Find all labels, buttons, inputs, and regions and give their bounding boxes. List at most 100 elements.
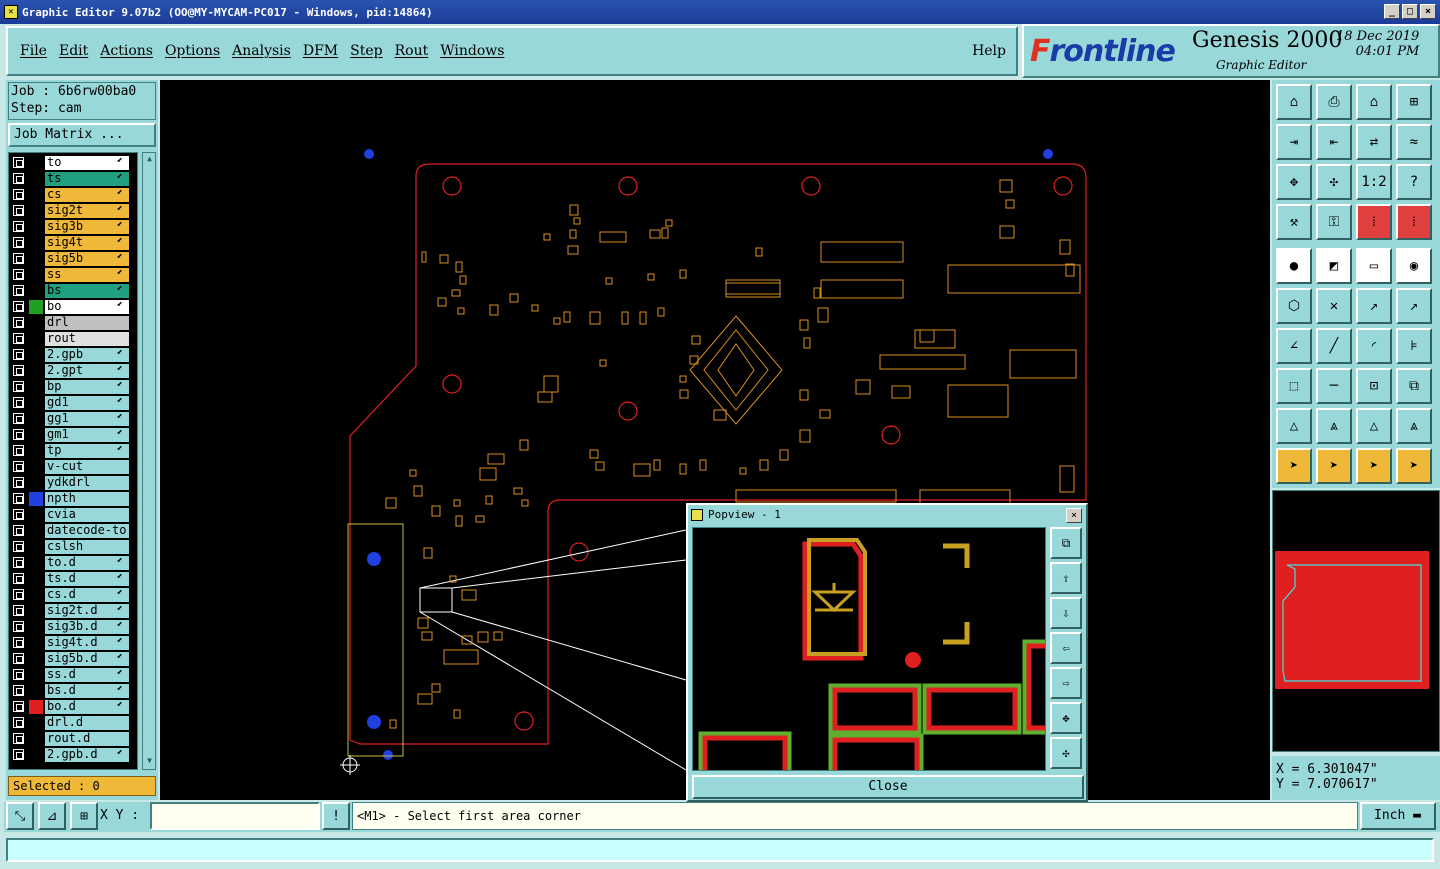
- layer-row[interactable]: v-cut: [9, 459, 137, 474]
- layer-checkbox[interactable]: [13, 605, 24, 616]
- menu-step[interactable]: Step: [350, 43, 382, 59]
- menu-edit[interactable]: Edit: [59, 43, 88, 59]
- layer-row[interactable]: cs ⬋: [9, 187, 137, 202]
- tool-button-layers-a[interactable]: ⁞: [1356, 204, 1392, 240]
- layer-row[interactable]: ts.d ⬋: [9, 571, 137, 586]
- tool-button-center[interactable]: ✣: [1316, 164, 1352, 200]
- layer-name[interactable]: cvia: [45, 508, 129, 522]
- popview-zoom-out-button[interactable]: ✥: [1050, 702, 1082, 734]
- tool-button-grid[interactable]: ⊞: [1396, 84, 1432, 120]
- tool-button-pointer3[interactable]: ➤: [1356, 448, 1392, 484]
- layer-row[interactable]: 2.gpb.d ⬋: [9, 747, 137, 762]
- minimize-button[interactable]: _: [1384, 4, 1400, 19]
- popview-pan-right-button[interactable]: ⇨: [1050, 667, 1082, 699]
- tool-button-dot[interactable]: ◉: [1396, 248, 1432, 284]
- layer-color-swatch[interactable]: [29, 252, 43, 266]
- layer-color-swatch[interactable]: [29, 284, 43, 298]
- menu-options[interactable]: Options: [165, 43, 220, 59]
- layer-color-swatch[interactable]: [29, 604, 43, 618]
- menu-help[interactable]: Help: [972, 43, 1006, 59]
- layer-row[interactable]: 2.gpb ⬋: [9, 347, 137, 362]
- layer-name[interactable]: datecode-to: [45, 524, 129, 538]
- layer-color-swatch[interactable]: [29, 492, 43, 506]
- layer-checkbox[interactable]: [13, 237, 24, 248]
- layer-row[interactable]: bs ⬋: [9, 283, 137, 298]
- layer-row[interactable]: bs.d ⬋: [9, 683, 137, 698]
- layer-name[interactable]: v-cut: [45, 460, 129, 474]
- layer-checkbox[interactable]: [13, 157, 24, 168]
- layer-row[interactable]: npth: [9, 491, 137, 506]
- menu-analysis[interactable]: Analysis: [232, 43, 291, 59]
- layer-row[interactable]: ydkdrl: [9, 475, 137, 490]
- layer-row[interactable]: datecode-to: [9, 523, 137, 538]
- layer-color-swatch[interactable]: [29, 380, 43, 394]
- layer-row[interactable]: cs.d ⬋: [9, 587, 137, 602]
- layer-row[interactable]: ts ⬋: [9, 171, 137, 186]
- tool-button-angle[interactable]: ∠: [1276, 328, 1312, 364]
- menu-file[interactable]: File: [20, 43, 47, 59]
- layer-row[interactable]: ss.d ⬋: [9, 667, 137, 682]
- tool-button-home[interactable]: ⌂: [1276, 84, 1312, 120]
- layer-row[interactable]: drl.d: [9, 715, 137, 730]
- layer-color-swatch[interactable]: [29, 540, 43, 554]
- layer-row[interactable]: rout.d: [9, 731, 137, 746]
- layer-checkbox[interactable]: [13, 189, 24, 200]
- grid-button[interactable]: ⊞: [70, 802, 98, 830]
- menu-actions[interactable]: Actions: [100, 43, 153, 59]
- tool-button-cross[interactable]: ✕: [1316, 288, 1352, 324]
- layer-color-swatch[interactable]: [29, 348, 43, 362]
- layer-row[interactable]: sig3b.d ⬋: [9, 619, 137, 634]
- layer-color-swatch[interactable]: [29, 396, 43, 410]
- layer-color-swatch[interactable]: [29, 332, 43, 346]
- popview-pan-down-button[interactable]: ⇩: [1050, 597, 1082, 629]
- layer-checkbox[interactable]: [13, 509, 24, 520]
- layer-color-swatch[interactable]: [29, 588, 43, 602]
- tool-button-import[interactable]: ⇥: [1276, 124, 1312, 160]
- layer-row[interactable]: to.d ⬋: [9, 555, 137, 570]
- tool-button-move2[interactable]: ↗: [1396, 288, 1432, 324]
- popview-pan-left-button[interactable]: ⇦: [1050, 632, 1082, 664]
- layer-checkbox[interactable]: [13, 461, 24, 472]
- layer-name[interactable]: npth: [45, 492, 129, 506]
- layer-name[interactable]: drl.d: [45, 716, 129, 730]
- layer-checkbox[interactable]: [13, 573, 24, 584]
- layer-color-swatch[interactable]: [29, 556, 43, 570]
- layer-color-swatch[interactable]: [29, 732, 43, 746]
- popview-zoom-button[interactable]: ⧉: [1050, 527, 1082, 559]
- tool-button-key[interactable]: ⚿: [1316, 204, 1352, 240]
- layer-checkbox[interactable]: [13, 413, 24, 424]
- layer-color-swatch[interactable]: [29, 700, 43, 714]
- layer-color-swatch[interactable]: [29, 668, 43, 682]
- popview-close-button[interactable]: Close: [692, 775, 1084, 799]
- scroll-down-icon[interactable]: ▼: [144, 756, 155, 768]
- layer-row[interactable]: ss ⬋: [9, 267, 137, 282]
- layer-checkbox[interactable]: [13, 557, 24, 568]
- popview-fit-button[interactable]: ✣: [1050, 737, 1082, 769]
- layer-color-swatch[interactable]: [29, 236, 43, 250]
- popview-titlebar[interactable]: Popview - 1: [688, 505, 1086, 525]
- layer-checkbox[interactable]: [13, 253, 24, 264]
- layer-checkbox[interactable]: [13, 701, 24, 712]
- layer-color-swatch[interactable]: [29, 460, 43, 474]
- tool-button-save[interactable]: ⎙: [1316, 84, 1352, 120]
- tool-button-triangle[interactable]: △: [1276, 408, 1312, 444]
- layer-checkbox[interactable]: [13, 445, 24, 456]
- layer-row[interactable]: sig4t ⬋: [9, 235, 137, 250]
- tool-button-pad[interactable]: ●: [1276, 248, 1312, 284]
- layer-color-swatch[interactable]: [29, 364, 43, 378]
- layer-color-swatch[interactable]: [29, 412, 43, 426]
- layer-color-swatch[interactable]: [29, 204, 43, 218]
- tool-button-pointer2[interactable]: ➤: [1316, 448, 1352, 484]
- layer-checkbox[interactable]: [13, 221, 24, 232]
- menu-dfm[interactable]: DFM: [303, 43, 338, 59]
- popview-window[interactable]: Popview - 1 × ⧉ ⇧ ⇩ ⇦ ⇨ ✥ ✣ Close: [686, 503, 1088, 802]
- layer-color-swatch[interactable]: [29, 172, 43, 186]
- layer-color-swatch[interactable]: [29, 636, 43, 650]
- layer-row[interactable]: cslsh: [9, 539, 137, 554]
- layer-color-swatch[interactable]: [29, 268, 43, 282]
- layer-row[interactable]: sig4t.d ⬋: [9, 635, 137, 650]
- layer-row[interactable]: bo ⬋: [9, 299, 137, 314]
- layer-checkbox[interactable]: [13, 733, 24, 744]
- layer-checkbox[interactable]: [13, 637, 24, 648]
- layer-checkbox[interactable]: [13, 317, 24, 328]
